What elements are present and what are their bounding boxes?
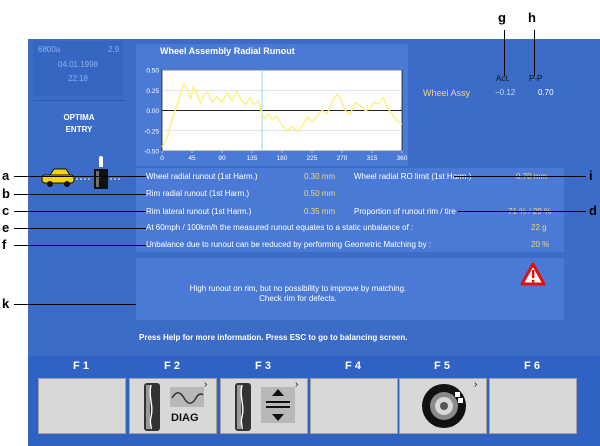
x-tick-label: 180: [277, 155, 288, 162]
leader-line-f: [14, 245, 146, 246]
tire-side-icon: [235, 383, 251, 431]
f6-button[interactable]: [489, 378, 577, 434]
y-tick-label: -0.50: [144, 149, 159, 156]
leader-line-h: [534, 30, 535, 76]
f2-label: F 2: [164, 360, 180, 372]
rim-lateral-label: Rim lateral runout (1st Harm.): [146, 207, 252, 216]
callout-c: c: [2, 203, 10, 218]
date-display: 04.01.1998: [57, 60, 99, 69]
f5-more-arrow-icon: ›: [474, 379, 478, 390]
y-tick-label: -0.25: [144, 128, 159, 135]
callout-f: f: [2, 237, 7, 252]
f5-button[interactable]: ›: [399, 378, 487, 434]
leader-line-i: [454, 176, 586, 177]
f3-more-arrow-icon: ›: [295, 379, 299, 390]
warning-icon: [520, 262, 546, 286]
f5-label: F 5: [434, 360, 450, 372]
diag-wave-icon: [170, 387, 204, 407]
y-tick-label: 0.50: [146, 68, 159, 75]
callout-i: i: [589, 168, 593, 183]
matching-value: 20 %: [531, 240, 550, 249]
callout-e: e: [2, 220, 10, 235]
leader-line-b: [14, 194, 146, 195]
x-tick-label: 90: [218, 155, 226, 162]
readout-label: Wheel Assy: [423, 88, 471, 98]
mode-line-1: OPTIMA: [63, 113, 95, 122]
callout-g: g: [498, 10, 506, 25]
wheel-rotation-icon: [422, 384, 466, 428]
static-unbalance-value: 22 g: [531, 223, 547, 232]
f1-button[interactable]: [38, 378, 126, 434]
leader-line-a: [14, 176, 146, 177]
x-tick-label: 315: [367, 155, 378, 162]
divider: [33, 100, 125, 101]
x-tick-label: 45: [188, 155, 196, 162]
f4-button[interactable]: [310, 378, 398, 434]
callout-a: a: [2, 168, 10, 183]
rim-radial-label: Rim radial runout (1st Harm.): [146, 189, 250, 198]
f4-label: F 4: [345, 360, 361, 372]
rim-lateral-value: 0.35 mm: [304, 207, 336, 216]
x-tick-label: 360: [397, 155, 408, 162]
f1-label: F 1: [73, 360, 89, 372]
diag-caption: DIAG: [171, 412, 199, 424]
f2-more-arrow-icon: ›: [204, 379, 208, 390]
runout-chart: 0.50 0.25 0.00 -0.25 -0.500 45 90 135 180 225 270 3…: [144, 68, 408, 163]
readout-pp-header: P-P: [529, 74, 543, 83]
leader-line-g: [504, 30, 505, 76]
matching-label: Unbalance due to runout can be reduced b…: [146, 240, 432, 249]
f3-button[interactable]: ›: [220, 378, 308, 434]
callout-k: k: [2, 296, 10, 311]
callout-b: b: [2, 186, 10, 201]
callout-h: h: [528, 10, 536, 25]
leader-line-e: [14, 228, 146, 229]
y-tick-label: 0.00: [146, 108, 159, 115]
f3-label: F 3: [255, 360, 271, 372]
tire-side-icon: [144, 383, 160, 431]
mode-line-2: ENTRY: [65, 125, 93, 134]
readout-act-value: −0.12: [495, 88, 516, 97]
readout-act-header: Act.: [496, 74, 510, 83]
software-version: 2.9: [108, 45, 120, 54]
readout-pp-value: 0.70: [538, 88, 554, 97]
chart-title: Wheel Assembly Radial Runout: [160, 46, 295, 56]
rim-position-icon: [261, 387, 295, 423]
f6-label: F 6: [524, 360, 540, 372]
callout-d: d: [589, 203, 597, 218]
static-unbalance-label: At 60mph / 100km/h the measured runout e…: [146, 223, 414, 232]
x-tick-label: 0: [160, 155, 164, 162]
x-tick-label: 270: [337, 155, 348, 162]
time-display: 22:18: [67, 74, 89, 83]
message-line-1: High runout on rim, but no possibility t…: [189, 284, 407, 293]
wheel-radial-runout-value: 0.30 mm: [304, 172, 336, 181]
message-line-2: Check rim for defects.: [259, 294, 337, 303]
leader-line-k: [14, 304, 136, 305]
leader-line-c: [14, 211, 146, 212]
x-tick-label: 135: [247, 155, 258, 162]
f2-diag-button[interactable]: DIAG ›: [129, 378, 217, 434]
machine-code: 6800a: [38, 45, 61, 54]
rim-radial-value: 0.50 mm: [304, 189, 336, 198]
x-tick-label: 225: [307, 155, 318, 162]
help-text: Press Help for more information. Press E…: [139, 333, 408, 342]
y-tick-label: 0.25: [146, 88, 159, 95]
proportion-label: Proportion of runout rim / tire: [354, 207, 456, 216]
leader-line-d: [458, 211, 586, 212]
wheel-radial-runout-label: Wheel radial runout (1st Harm.): [146, 172, 258, 181]
